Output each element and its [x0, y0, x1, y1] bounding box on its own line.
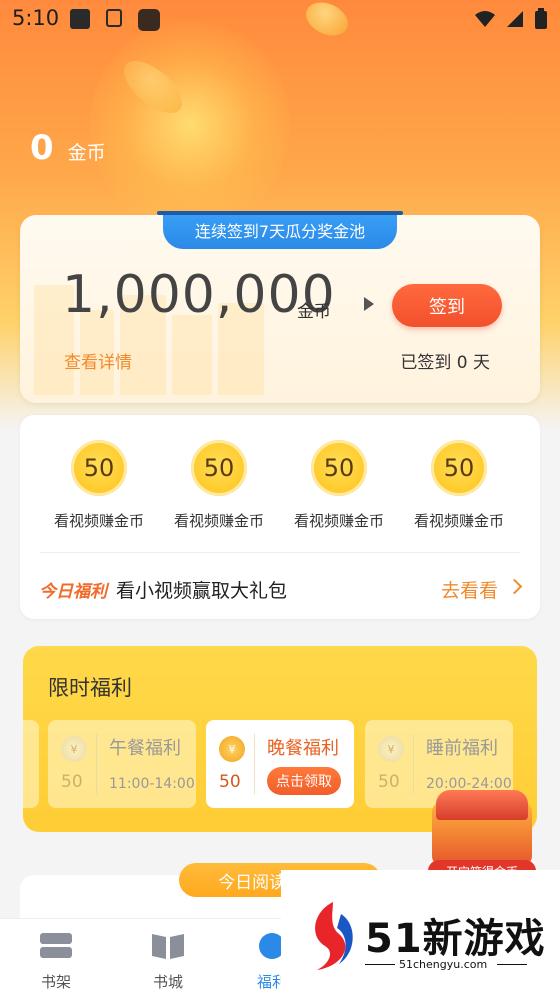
site-watermark: 51新游戏 51chengyu.com: [281, 870, 560, 995]
battery-icon: [535, 8, 547, 29]
tab-bookstore[interactable]: 书城: [128, 931, 208, 992]
divider: [96, 734, 97, 794]
divider: [413, 734, 414, 794]
book-icon: [152, 934, 184, 959]
chevron-right-icon: [506, 578, 523, 595]
divider: [497, 964, 527, 965]
today-welfare-text: 看小视频赢取大礼包: [116, 580, 288, 602]
gallery-icon: [70, 9, 90, 29]
checkin-ribbon: 连续签到7天瓜分奖金池: [157, 211, 403, 249]
treasure-chest-button[interactable]: 开宝箱得金币: [424, 790, 540, 882]
watermark-brand: 51新游戏: [365, 916, 546, 962]
coin-reward-icon: 50: [191, 440, 247, 496]
video-task-label: 看视频赚金币: [53, 512, 144, 530]
coin-icon: ¥: [378, 736, 404, 762]
meal-amount: 50: [61, 772, 83, 792]
video-task[interactable]: 50 看视频赚金币: [39, 440, 159, 531]
meal-name: 睡前福利: [426, 738, 498, 759]
watermark-url: 51chengyu.com: [399, 958, 488, 971]
status-bar: 5:10: [0, 0, 560, 40]
video-tasks-card: 50 看视频赚金币 50 看视频赚金币 50 看视频赚金币 50 看视频赚金币 …: [20, 415, 540, 619]
coin-icon: ¥: [61, 736, 87, 762]
tab-label: 书城: [152, 973, 183, 991]
video-task[interactable]: 50 看视频赚金币: [159, 440, 279, 531]
meal-amount: 50: [378, 772, 400, 792]
wifi-icon: [475, 11, 495, 27]
app-icon: [138, 9, 160, 31]
video-task[interactable]: 50 看视频赚金币: [279, 440, 399, 531]
today-welfare-tag: 今日福利: [39, 582, 107, 602]
coin-reward-icon: 50: [311, 440, 367, 496]
video-task[interactable]: 50 看视频赚金币: [399, 440, 519, 531]
meal-name: 午餐福利: [109, 738, 181, 759]
coin-balance: 0 金币: [30, 128, 106, 168]
limited-welfare-title: 限时福利: [48, 676, 132, 700]
signal-icon: [507, 11, 523, 27]
divider: [40, 552, 520, 553]
coin-icon: ¥: [219, 736, 245, 762]
meal-time: 11:00-14:00: [109, 776, 195, 792]
coin-glow-decoration: [90, 20, 290, 230]
chest-lid-icon: [436, 790, 528, 820]
prize-pool-amount: 1,000,000: [62, 265, 336, 325]
lunch-welfare-card[interactable]: ¥ 50 午餐福利 11:00-14:00: [48, 720, 196, 808]
meal-partial-card: [23, 720, 39, 808]
coin-unit: 金币: [67, 142, 106, 164]
video-task-label: 看视频赚金币: [293, 512, 384, 530]
font-icon: [106, 9, 122, 27]
dinner-welfare-card[interactable]: ¥ 50 晚餐福利 点击领取: [206, 720, 354, 808]
signed-days-text: 已签到 0 天: [400, 353, 490, 373]
play-arrow-icon: [364, 297, 374, 311]
divider: [365, 964, 395, 965]
bookshelf-icon: [40, 933, 72, 958]
meal-amount: 50: [219, 772, 241, 792]
sign-in-button[interactable]: 签到: [392, 284, 502, 327]
view-details-link[interactable]: 查看详情: [64, 348, 132, 373]
site-logo-icon: [315, 902, 353, 970]
go-watch-link[interactable]: 去看看: [441, 576, 498, 603]
claim-button[interactable]: 点击领取: [267, 767, 341, 795]
coin-reward-icon: 50: [431, 440, 487, 496]
coin-reward-icon: 50: [71, 440, 127, 496]
tab-bookshelf[interactable]: 书架: [16, 931, 96, 992]
divider: [254, 734, 255, 794]
tab-label: 书架: [40, 973, 71, 991]
status-indicators: [474, 8, 548, 30]
coin-count: 0: [30, 128, 54, 168]
checkin-card: 连续签到7天瓜分奖金池 1,000,000 金币 签到 查看详情 已签到 0 天: [20, 211, 540, 403]
prize-pool-unit: 金币: [297, 302, 331, 322]
video-task-label: 看视频赚金币: [173, 512, 264, 530]
video-task-label: 看视频赚金币: [413, 512, 504, 530]
meal-name: 晚餐福利: [267, 738, 339, 759]
building-decoration: [172, 315, 212, 395]
status-time: 5:10: [12, 6, 60, 30]
